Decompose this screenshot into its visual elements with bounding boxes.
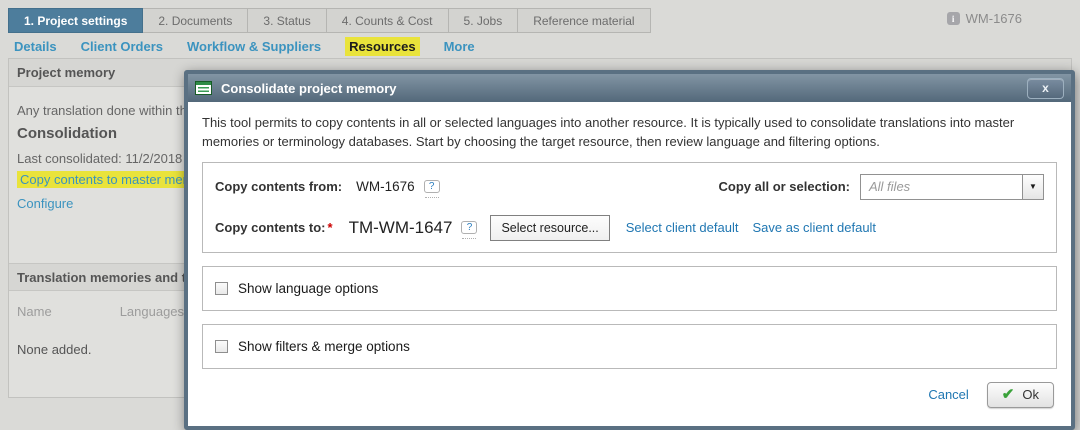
show-filters-merge-row: Show filters & merge options xyxy=(215,336,1044,357)
tm-table-header: Name Languages & T xyxy=(17,304,208,319)
cancel-button[interactable]: Cancel xyxy=(928,387,968,402)
subnav-client-orders[interactable]: Client Orders xyxy=(81,39,163,54)
tab-counts-cost[interactable]: 4. Counts & Cost xyxy=(327,8,449,33)
dialog-footer: Cancel ✔ Ok xyxy=(202,382,1057,408)
copy-selection-label: Copy all or selection: xyxy=(719,179,850,194)
subnav-resources[interactable]: Resources xyxy=(345,37,419,56)
show-language-options-row: Show language options xyxy=(215,278,1044,299)
show-language-options-label: Show language options xyxy=(238,281,378,296)
project-reference-label: WM-1676 xyxy=(966,11,1022,26)
copy-to-value: TM-WM-1647 xyxy=(349,218,453,238)
language-options-box: Show language options xyxy=(202,266,1057,311)
select-resource-button[interactable]: Select resource... xyxy=(490,215,609,241)
tab-status[interactable]: 3. Status xyxy=(248,8,326,33)
tab-reference-material[interactable]: Reference material xyxy=(518,8,650,33)
check-icon: ✔ xyxy=(1002,387,1015,402)
consolidation-heading: Consolidation xyxy=(17,125,117,142)
show-filters-merge-label: Show filters & merge options xyxy=(238,339,410,354)
save-as-client-default-link[interactable]: Save as client default xyxy=(752,220,876,235)
copy-selection-value: All files xyxy=(861,175,1022,199)
show-language-options-checkbox[interactable] xyxy=(215,282,228,295)
copy-from-label: Copy contents from: xyxy=(215,179,342,194)
settings-subnav: Details Client Orders Workflow & Supplie… xyxy=(14,37,475,56)
dialog-title: Consolidate project memory xyxy=(221,81,397,96)
copy-settings-box: Copy contents from: WM-1676 ? Copy all o… xyxy=(202,162,1057,253)
help-icon[interactable]: ? xyxy=(461,221,477,234)
info-icon: i xyxy=(947,12,960,25)
tm-empty-text: None added. xyxy=(17,342,91,357)
filters-merge-options-box: Show filters & merge options xyxy=(202,324,1057,369)
close-icon[interactable]: x xyxy=(1027,78,1064,99)
help-icon[interactable]: ? xyxy=(424,180,440,193)
project-reference-badge: i WM-1676 xyxy=(947,11,1022,26)
ok-button[interactable]: ✔ Ok xyxy=(987,382,1054,408)
main-tab-bar: 1. Project settings 2. Documents 3. Stat… xyxy=(8,8,651,33)
copy-selection-group: Copy all or selection: All files ▼ xyxy=(719,174,1044,200)
copy-from-value: WM-1676 xyxy=(356,179,415,194)
required-asterisk: * xyxy=(328,220,333,235)
tab-jobs[interactable]: 5. Jobs xyxy=(449,8,519,33)
chevron-down-icon[interactable]: ▼ xyxy=(1022,175,1043,199)
dialog-description: This tool permits to copy contents in al… xyxy=(202,114,1057,152)
copy-to-label: Copy contents to: xyxy=(215,220,326,235)
dialog-header: Consolidate project memory x xyxy=(188,74,1071,102)
consolidate-project-memory-dialog: Consolidate project memory x This tool p… xyxy=(184,70,1075,430)
show-filters-merge-checkbox[interactable] xyxy=(215,340,228,353)
memory-dialog-icon xyxy=(195,81,212,95)
tab-documents[interactable]: 2. Documents xyxy=(143,8,248,33)
tab-project-settings[interactable]: 1. Project settings xyxy=(8,8,143,33)
copy-to-row: Copy contents to: * TM-WM-1647 ? Select … xyxy=(215,215,1044,241)
subnav-workflow-suppliers[interactable]: Workflow & Suppliers xyxy=(187,39,321,54)
subnav-details[interactable]: Details xyxy=(14,39,57,54)
subnav-more[interactable]: More xyxy=(444,39,475,54)
ok-button-label: Ok xyxy=(1022,387,1039,402)
tm-col-name: Name xyxy=(17,304,52,319)
configure-link[interactable]: Configure xyxy=(17,196,73,211)
copy-from-row: Copy contents from: WM-1676 ? Copy all o… xyxy=(215,174,1044,200)
copy-selection-dropdown[interactable]: All files ▼ xyxy=(860,174,1044,200)
select-client-default-link[interactable]: Select client default xyxy=(626,220,739,235)
dialog-body: This tool permits to copy contents in al… xyxy=(188,102,1071,408)
